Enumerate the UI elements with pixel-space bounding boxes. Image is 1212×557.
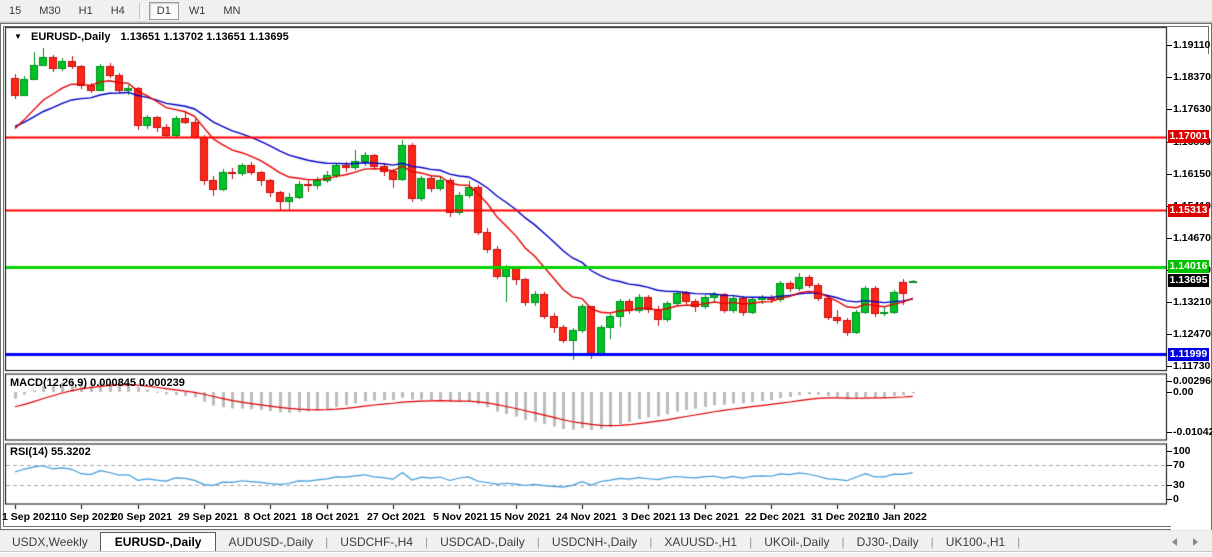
chart-tab-USDCAD-Daily[interactable]: USDCAD-,Daily xyxy=(428,533,537,551)
chart-tab-bar: USDX,WeeklyEURUSD-,DailyAUDUSD-,Daily | US… xyxy=(0,530,1212,553)
candlestick-chart-canvas[interactable] xyxy=(0,0,1212,557)
chart-tab-UKOil-Daily[interactable]: UKOil-,Daily xyxy=(752,533,841,551)
chart-tab-DJ30-Daily[interactable]: DJ30-,Daily xyxy=(845,533,931,551)
timeframe-button-D1[interactable]: D1 xyxy=(149,2,179,20)
tab-scroll-left-button[interactable] xyxy=(1172,538,1177,546)
chart-tab-USDX-Weekly[interactable]: USDX,Weekly xyxy=(0,533,100,551)
trading-terminal: 15M30H1H4D1W1MN ▼ EURUSD-,Daily 1.13651 … xyxy=(0,0,1212,557)
timeframe-toolbar: 15M30H1H4 D1W1MN xyxy=(0,0,1212,22)
chart-tab-EURUSD-Daily[interactable]: EURUSD-,Daily xyxy=(100,532,217,552)
timeframe-button-H4[interactable]: H4 xyxy=(103,2,133,20)
timeframe-button-W1[interactable]: W1 xyxy=(181,2,214,20)
chart-tab-AUDUSD-Daily[interactable]: AUDUSD-,Daily xyxy=(216,533,325,551)
chart-tab-USDCNH-Daily[interactable]: USDCNH-,Daily xyxy=(540,533,649,551)
tab-separator: | xyxy=(1017,535,1020,549)
tab-scroll-right-button[interactable] xyxy=(1193,538,1198,546)
status-strip xyxy=(0,552,1212,557)
chart-tab-USDCHF-H4[interactable]: USDCHF-,H4 xyxy=(328,533,425,551)
toolbar-separator xyxy=(139,3,143,19)
timeframe-button-M30[interactable]: M30 xyxy=(31,2,68,20)
chart-tab-XAUUSD-H1[interactable]: XAUUSD-,H1 xyxy=(652,533,749,551)
timeframe-button-H1[interactable]: H1 xyxy=(71,2,101,20)
chart-tab-UK100-H1[interactable]: UK100-,H1 xyxy=(934,533,1017,551)
timeframe-button-MN[interactable]: MN xyxy=(215,2,248,20)
timeframe-button-15[interactable]: 15 xyxy=(1,2,29,20)
